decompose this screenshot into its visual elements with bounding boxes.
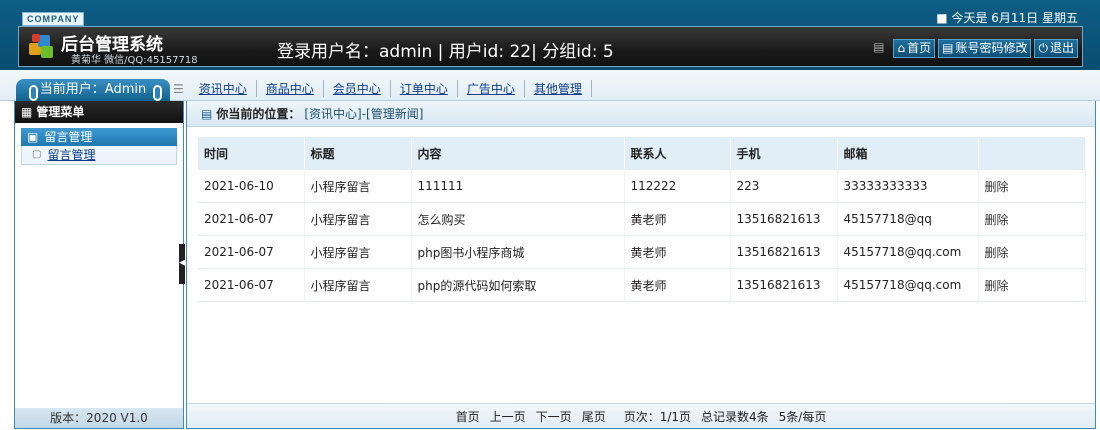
sidebar: ▦ 管理菜单 ▣ 留言管理 ▢ 留言管理 版本：2020 V1.0 [14, 101, 184, 429]
company-logo: COMPANY [22, 12, 85, 26]
version-label: 版本：2020 V1.0 [15, 408, 183, 428]
cell-email: 45157718@qq.com [837, 235, 979, 269]
cell-email: 45157718@qq.com [837, 268, 979, 302]
section-label: 留言管理 [44, 130, 93, 144]
cell-title: 小程序留言 [304, 202, 412, 236]
section-message-management[interactable]: ▣ 留言管理 [21, 128, 177, 146]
document-icon: ▤ [942, 41, 954, 55]
contact-info: 黄菊华 微信/QQ:45157718 [71, 55, 198, 66]
cell-phone: 13516821613 [730, 202, 838, 236]
delete-link[interactable]: 删除 [978, 268, 1086, 302]
cell-time: 2021-06-07 [198, 235, 305, 269]
home-button-label: 首页 [907, 41, 932, 55]
sidebar-collapse-handle[interactable]: ◀ [179, 244, 186, 284]
column-header: 联系人 [624, 137, 731, 170]
menu-title: 管理菜单 [36, 105, 85, 119]
table-row: 2021-06-07 小程序留言 php的源代码如何索取 黄老师 1351682… [198, 268, 1086, 302]
login-user-info: 登录用户名：admin | 用户id: 22| 分组id: 5 [277, 42, 614, 62]
nav-bar: 当前用户：Admin ☰ 资讯中心 商品中心 会员中心 订单中心 广告中心 其他… [0, 70, 1100, 101]
nav-link-orders[interactable]: 订单中心 [391, 80, 458, 97]
menu-grid-icon: ▦ [21, 105, 33, 119]
delete-link[interactable]: 删除 [978, 202, 1086, 236]
section-body: ▢ 留言管理 [21, 146, 177, 165]
top-buttons: ▤ ⌂ 首页 ▤ 账号密码修改 ⏻ 退出 [873, 39, 1078, 58]
cell-contact: 黄老师 [624, 268, 731, 302]
cell-time: 2021-06-07 [198, 202, 305, 236]
header-panel: 后台管理系统 黄菊华 微信/QQ:45157718 登录用户名：admin | … [18, 26, 1083, 67]
page-info: 页次：1/1页 [623, 409, 692, 424]
nav-link-products[interactable]: 商品中心 [257, 80, 324, 97]
total-records: 总记录数4条 [701, 409, 769, 424]
message-table: 时间 标题 内容 联系人 手机 邮箱 2021-06-10 小程序留言 1111… [198, 137, 1086, 302]
cell-content: 怎么购买 [411, 202, 625, 236]
grid-icon: ▤ [873, 40, 885, 54]
top-header: COMPANY ■ 今天是 6月11日 星期五 后台管理系统 黄菊华 微信/QQ… [0, 0, 1100, 70]
section-icon: ▣ [27, 130, 39, 144]
sidebar-item-message-management[interactable]: 留言管理 [47, 146, 95, 164]
delete-link[interactable]: 删除 [978, 170, 1086, 203]
window-icon: ▤ [201, 106, 213, 121]
page-icon: ▢ [32, 149, 42, 160]
first-page-link[interactable]: 首页 [456, 408, 480, 425]
cell-contact: 112222 [624, 170, 731, 203]
hook-icon [29, 85, 38, 101]
cell-content: php图书小程序商城 [411, 235, 625, 269]
table-header-row: 时间 标题 内容 联系人 手机 邮箱 [198, 137, 1086, 170]
home-icon: ⌂ [897, 41, 906, 55]
location-path: [资讯中心]-[管理新闻] [304, 107, 424, 121]
table-row: 2021-06-10 小程序留言 111111 112222 223 33333… [198, 170, 1086, 203]
password-change-label: 账号密码修改 [955, 41, 1028, 55]
cell-contact: 黄老师 [624, 202, 731, 236]
cell-content: 111111 [411, 170, 625, 203]
cell-email: 45157718@qq [837, 202, 979, 236]
next-page-link[interactable]: 下一页 [536, 408, 572, 425]
table-row: 2021-06-07 小程序留言 怎么购买 黄老师 13516821613 45… [198, 202, 1086, 236]
cell-title: 小程序留言 [304, 170, 412, 203]
pagination: 首页 上一页 下一页 尾页 页次：1/1页 总记录数4条 5条/每页 [187, 403, 1095, 428]
date-text: 今天是 6月11日 星期五 [951, 11, 1078, 25]
cube-logo-icon [29, 34, 53, 58]
column-header: 手机 [730, 137, 838, 170]
cell-time: 2021-06-07 [198, 268, 305, 302]
home-button[interactable]: ⌂ 首页 [893, 39, 936, 58]
hook-icon [153, 85, 162, 101]
password-change-button[interactable]: ▤ 账号密码修改 [938, 39, 1032, 58]
nav-link-other[interactable]: 其他管理 [525, 80, 592, 97]
logout-label: 退出 [1049, 41, 1074, 55]
column-header: 时间 [198, 137, 305, 170]
table-row: 2021-06-07 小程序留言 php图书小程序商城 黄老师 13516821… [198, 235, 1086, 269]
main-content: ▤ 你当前的位置： [资讯中心]-[管理新闻] 时间 标题 内容 联系人 手机 … [186, 101, 1096, 429]
current-user-tab: 当前用户：Admin [16, 79, 170, 101]
cell-phone: 13516821613 [730, 235, 838, 269]
column-header [978, 137, 1086, 170]
column-header: 内容 [411, 137, 625, 170]
nav-links: ☰ 资讯中心 商品中心 会员中心 订单中心 广告中心 其他管理 [173, 80, 592, 97]
cell-content: php的源代码如何索取 [411, 268, 625, 302]
last-page-link[interactable]: 尾页 [582, 408, 606, 425]
cell-phone: 13516821613 [730, 268, 838, 302]
column-header: 邮箱 [837, 137, 979, 170]
cell-contact: 黄老师 [624, 235, 731, 269]
location-label: 你当前的位置： [216, 107, 301, 121]
cell-time: 2021-06-10 [198, 170, 305, 203]
delete-link[interactable]: 删除 [978, 235, 1086, 269]
nav-link-ads[interactable]: 广告中心 [458, 80, 525, 97]
nav-link-news[interactable]: 资讯中心 [190, 80, 257, 97]
prev-page-link[interactable]: 上一页 [490, 408, 526, 425]
breadcrumb: ▤ 你当前的位置： [资讯中心]-[管理新闻] [187, 101, 1095, 127]
cell-phone: 223 [730, 170, 838, 203]
cell-title: 小程序留言 [304, 268, 412, 302]
per-page: 5条/每页 [778, 409, 827, 424]
nav-link-members[interactable]: 会员中心 [324, 80, 391, 97]
column-header: 标题 [304, 137, 412, 170]
collapse-arrow-icon: ◀ [179, 258, 186, 268]
date-display: ■ 今天是 6月11日 星期五 [936, 11, 1078, 25]
logout-button[interactable]: ⏻ 退出 [1034, 39, 1078, 58]
cell-title: 小程序留言 [304, 235, 412, 269]
menu-header: ▦ 管理菜单 [15, 101, 183, 123]
list-lines-icon: ☰ [173, 81, 184, 96]
power-icon: ⏻ [1038, 41, 1048, 55]
cell-email: 33333333333 [837, 170, 979, 203]
